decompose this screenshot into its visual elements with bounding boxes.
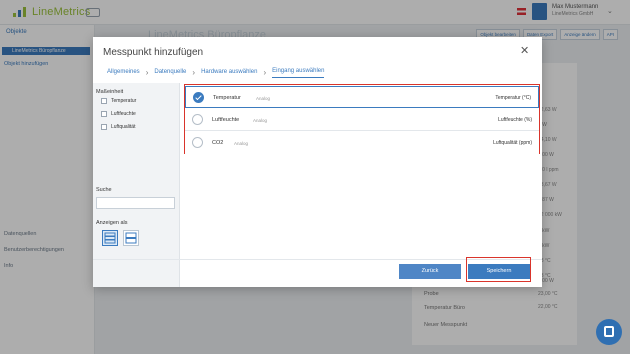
search-input[interactable] [96,197,175,209]
item-type: Analog [256,96,271,101]
filter-humidity[interactable]: Luftfeuchte [101,111,136,117]
item-name: CO2 [212,140,224,146]
filter-label: Luftqualität [111,124,136,130]
chevron-right-icon: › [145,68,149,77]
chat-icon [604,326,614,337]
step-datasource[interactable]: Datenquelle [154,69,186,78]
radio-selected[interactable] [193,92,204,103]
item-unit: Temperatur (°C) [495,95,531,101]
view-tiles-button[interactable] [123,230,139,246]
filter-label: Luftfeuchte [111,111,136,117]
list-view-icon [104,232,116,244]
filter-panel: Maßeinheit Temperatur Luftfeuchte Luftqu… [93,83,180,287]
chat-button[interactable] [596,319,622,345]
view-list-button[interactable] [102,230,118,246]
check-icon [195,93,202,101]
filter-air-quality[interactable]: Luftqualität [101,124,135,130]
back-button[interactable]: Zurück [399,264,461,279]
dialog-title: Messpunkt hinzufügen [103,47,204,58]
filter-temperature[interactable]: Temperatur [101,98,136,104]
list-item-temperature[interactable]: Temperatur Analog Temperatur (°C) [185,86,539,108]
item-type: Analog [253,118,268,123]
item-type: Analog [234,141,249,146]
tile-view-icon [125,232,137,244]
checkbox[interactable] [101,124,107,130]
wizard-steps: Allgemeines › Datenquelle › Hardware aus… [107,68,325,78]
save-button[interactable]: Speichern [468,264,530,279]
checkbox[interactable] [101,98,107,104]
step-general[interactable]: Allgemeines [107,69,140,78]
add-measuring-point-dialog: Messpunkt hinzufügen ✕ Allgemeines › Dat… [93,37,542,287]
list-item-co2[interactable]: CO2 Analog Luftqualität (ppm) [185,132,539,154]
step-hardware[interactable]: Hardware auswählen [201,69,257,78]
item-unit: Luftqualität (ppm) [493,140,532,146]
list-item-humidity[interactable]: Luftfeuchte Analog Luftfeuchte (%) [185,109,539,131]
radio[interactable] [192,137,203,148]
item-name: Temperatur [213,95,241,101]
step-input[interactable]: Eingang auswählen [272,68,325,78]
unit-heading: Maßeinheit [96,89,124,95]
chevron-right-icon: › [192,68,196,77]
view-label: Anzeigen als [96,220,128,226]
search-label: Suche [96,187,112,193]
item-unit: Luftfeuchte (%) [498,117,532,123]
filter-label: Temperatur [111,98,137,104]
item-name: Luftfeuchte [212,117,240,123]
radio[interactable] [192,114,203,125]
input-list: Temperatur Analog Temperatur (°C) Luftfe… [184,84,540,154]
chevron-right-icon: › [263,68,267,77]
close-icon[interactable]: ✕ [520,44,529,57]
checkbox[interactable] [101,111,107,117]
